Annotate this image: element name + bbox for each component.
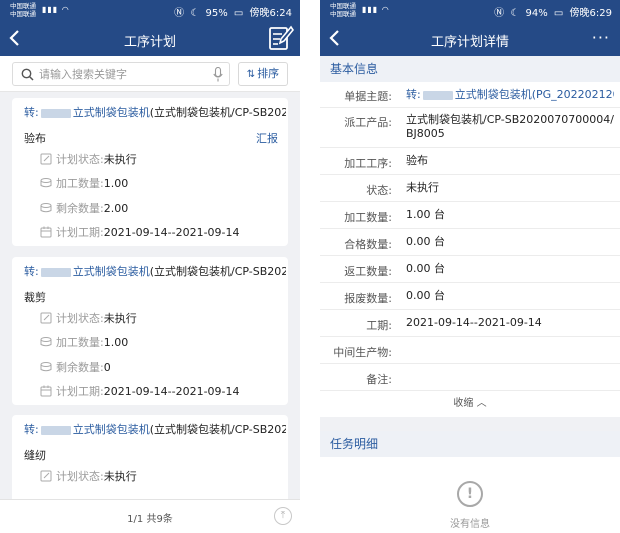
edit-icon bbox=[40, 470, 52, 482]
field-process: 加工工序: 验布 bbox=[320, 148, 620, 175]
stack-icon bbox=[40, 203, 52, 213]
battery-icon: ▭ bbox=[233, 8, 244, 19]
page-title: 工序计划 bbox=[123, 35, 176, 50]
field-period: 工期: 2021-09-14--2021-09-14 bbox=[320, 310, 620, 337]
plan-card[interactable]: 转:立式制袋包装机(立式制袋包装机/CP-SB2020070700004/BJ8… bbox=[12, 98, 288, 246]
moon-icon: ☾ bbox=[510, 8, 520, 19]
field-product: 派工产品: 立式制袋包装机/CP-SB2020070700004/BJ8005 bbox=[320, 108, 620, 148]
card-row-remaining: 剩余数量:2.00 bbox=[40, 201, 128, 217]
status-bar: 中国联通 中国联通 ▮▮▮ ◠ Ⓝ ☾ 95% ▭ 傍晚6:24 bbox=[0, 0, 300, 22]
clock: 傍晚6:29 bbox=[569, 8, 612, 19]
redacted-text bbox=[40, 108, 71, 118]
stack-icon bbox=[40, 362, 52, 372]
field-scrap-qty: 报废数量: 0.00 台 bbox=[320, 283, 620, 310]
battery-percent: 95% bbox=[205, 8, 228, 19]
calendar-icon bbox=[40, 226, 52, 238]
card-title[interactable]: 转:立式制袋包装机(立式制袋包装机/CP-SB2020070700004/BJ8… bbox=[24, 104, 286, 120]
field-qualified-qty: 合格数量: 0.00 台 bbox=[320, 229, 620, 256]
sort-icon: ⇅ bbox=[246, 69, 256, 80]
report-button[interactable]: 汇报 bbox=[256, 130, 278, 146]
process-name: 验布 bbox=[24, 132, 46, 145]
scroll-top-icon[interactable]: ⤒ bbox=[274, 507, 292, 525]
clock: 傍晚6:24 bbox=[249, 8, 292, 19]
card-title[interactable]: 转:立式制袋包装机(立式制袋包装机/CP-SB2020070700004/BJ8… bbox=[24, 421, 286, 437]
redacted-text bbox=[422, 90, 453, 100]
nfc-icon: Ⓝ bbox=[494, 8, 505, 19]
process-name: 缝纫 bbox=[24, 449, 46, 462]
empty-state: ! 没有信息 bbox=[320, 457, 620, 533]
moon-icon: ☾ bbox=[190, 8, 200, 19]
chevron-up-icon: ︿ bbox=[476, 398, 487, 409]
field-status: 状态: 未执行 bbox=[320, 175, 620, 202]
card-row-status: 计划状态:未执行 bbox=[40, 311, 137, 327]
nfc-icon: Ⓝ bbox=[174, 8, 185, 19]
redacted-text bbox=[40, 425, 71, 435]
field-remark: 备注: bbox=[320, 364, 620, 391]
plan-card[interactable]: 转:立式制袋包装机(立式制袋包装机/CP-SB2020070700004/BJ8… bbox=[12, 257, 288, 405]
nav-bar: 工序计划 bbox=[0, 22, 300, 56]
signal-icon: ▮▮▮ ◠ bbox=[362, 5, 390, 14]
empty-text: 没有信息 bbox=[450, 519, 490, 530]
page-title: 工序计划详情 bbox=[430, 35, 509, 50]
plan-detail-screen: 中国联通 中国联通 ▮▮▮ ◠ Ⓝ ☾ 94% ▭ 傍晚6:29 工序计划详情 … bbox=[320, 0, 620, 533]
exclamation-icon: ! bbox=[457, 481, 483, 507]
card-row-status: 计划状态:未执行 bbox=[40, 469, 137, 485]
edit-icon[interactable] bbox=[268, 24, 294, 52]
search-icon bbox=[21, 68, 34, 81]
search-input[interactable] bbox=[39, 66, 209, 82]
plan-card-list[interactable]: 转:立式制袋包装机(立式制袋包装机/CP-SB2020070700004/BJ8… bbox=[0, 92, 300, 499]
plan-list-screen: 中国联通 中国联通 ▮▮▮ ◠ Ⓝ ☾ 95% ▭ 傍晚6:24 工序计划 请输… bbox=[0, 0, 300, 533]
signal-icon: ▮▮▮ ◠ bbox=[42, 5, 70, 14]
search-row: ⇅排序 bbox=[0, 56, 300, 92]
nav-bar: 工序计划详情 ··· bbox=[320, 22, 620, 56]
battery-icon: ▭ bbox=[553, 8, 564, 19]
task-detail-header: 任务明细 bbox=[320, 431, 620, 457]
carrier-label: 中国联通 中国联通 bbox=[10, 2, 36, 18]
field-rework-qty: 返工数量: 0.00 台 bbox=[320, 256, 620, 283]
field-subject: 单据主题: 转:立式制袋包装机(PG_20220212002) bbox=[320, 82, 620, 108]
stack-icon bbox=[40, 178, 52, 188]
collapse-button[interactable]: 收缩 ︿ bbox=[320, 391, 620, 417]
field-process-qty: 加工数量: 1.00 台 bbox=[320, 202, 620, 229]
microphone-icon[interactable] bbox=[213, 67, 223, 82]
card-row-period: 计划工期:2021-09-14--2021-09-14 bbox=[40, 225, 240, 241]
subject-link[interactable]: 转:立式制袋包装机(PG_20220212002) bbox=[406, 88, 614, 102]
stack-icon bbox=[40, 337, 52, 347]
edit-icon bbox=[40, 153, 52, 165]
process-name: 裁剪 bbox=[24, 291, 46, 304]
sort-button[interactable]: ⇅ 排序 bbox=[238, 62, 288, 86]
redacted-text bbox=[40, 267, 71, 277]
carrier-label: 中国联通 中国联通 bbox=[330, 2, 356, 18]
card-row-quantity: 加工数量:1.00 bbox=[40, 176, 128, 192]
search-box bbox=[12, 62, 230, 86]
card-row-period: 计划工期:2021-09-14--2021-09-14 bbox=[40, 384, 240, 400]
card-title[interactable]: 转:立式制袋包装机(立式制袋包装机/CP-SB2020070700004/BJ8… bbox=[24, 263, 286, 279]
card-row-quantity: 加工数量:1.00 bbox=[40, 335, 128, 351]
status-bar: 中国联通 中国联通 ▮▮▮ ◠ Ⓝ ☾ 94% ▭ 傍晚6:29 bbox=[320, 0, 620, 22]
plan-card[interactable]: 转:立式制袋包装机(立式制袋包装机/CP-SB2020070700004/BJ8… bbox=[12, 415, 288, 499]
edit-icon bbox=[40, 312, 52, 324]
more-icon[interactable]: ··· bbox=[592, 28, 610, 47]
pagination-label: 1/1 共9条 bbox=[127, 514, 173, 525]
card-row-remaining: 剩余数量:0 bbox=[40, 360, 111, 376]
calendar-icon bbox=[40, 385, 52, 397]
basic-info-list: 单据主题: 转:立式制袋包装机(PG_20220212002) 派工产品: 立式… bbox=[320, 82, 620, 391]
battery-percent: 94% bbox=[525, 8, 548, 19]
card-row-status: 计划状态:未执行 bbox=[40, 152, 137, 168]
field-intermediate: 中间生产物: bbox=[320, 337, 620, 364]
basic-info-header: 基本信息 bbox=[320, 56, 620, 82]
list-footer: 1/1 共9条 ⤒ bbox=[0, 499, 300, 533]
